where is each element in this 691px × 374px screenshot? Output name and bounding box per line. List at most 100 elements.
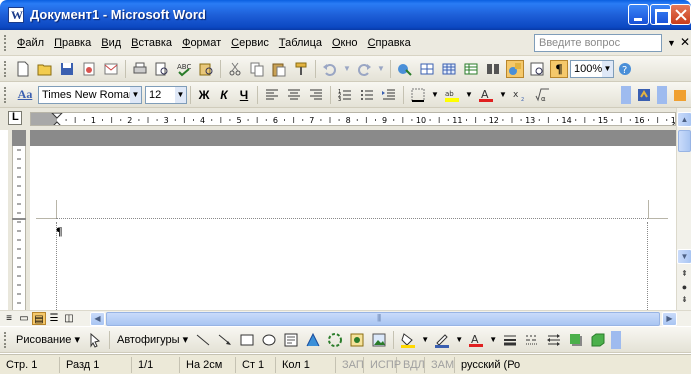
menu-edit[interactable]: Правка <box>49 37 96 49</box>
3d-style-icon[interactable] <box>589 331 607 349</box>
web-layout-icon[interactable]: ▭ <box>17 312 31 325</box>
italic-button[interactable]: К <box>216 86 232 104</box>
highlight-dropdown-icon[interactable]: ▼ <box>465 86 473 104</box>
toolbar-options-icon[interactable] <box>621 85 631 104</box>
normal-view-icon[interactable]: ≡ <box>2 312 16 325</box>
drawing-toggle-icon[interactable] <box>506 59 524 78</box>
clipart-icon[interactable] <box>348 331 366 349</box>
menu-format[interactable]: Формат <box>177 37 226 49</box>
line-style-icon[interactable] <box>501 331 519 349</box>
oval-icon[interactable] <box>260 331 278 349</box>
next-page-icon[interactable]: ⇟ <box>677 295 691 304</box>
insert-excel-icon[interactable] <box>462 60 480 78</box>
numbering-icon[interactable]: 123 <box>336 86 354 104</box>
print-preview-icon[interactable] <box>153 60 171 78</box>
status-overtype[interactable]: ЗАМ <box>425 356 455 373</box>
folder-bar-icon[interactable] <box>671 86 689 104</box>
rectangle-icon[interactable] <box>238 331 256 349</box>
minimize-button[interactable] <box>628 4 649 25</box>
menu-insert[interactable]: Вставка <box>126 37 177 49</box>
cut-icon[interactable] <box>226 60 244 78</box>
menu-tools[interactable]: Сервис <box>226 37 274 49</box>
font-size-select[interactable]: 12 ▼ <box>145 85 187 104</box>
horizontal-scroll-thumb[interactable] <box>106 312 660 326</box>
status-rec[interactable]: ЗАП <box>336 356 364 373</box>
autoshapes-menu-button[interactable]: Автофигуры ▾ <box>113 333 192 347</box>
diagram-icon[interactable] <box>326 331 344 349</box>
select-objects-icon[interactable] <box>86 331 104 349</box>
previous-page-icon[interactable]: ⇞ <box>677 269 691 278</box>
redo-dropdown-icon[interactable]: ▼ <box>377 60 385 78</box>
scroll-down-button[interactable]: ▼ <box>677 249 691 264</box>
redo-icon[interactable] <box>355 60 373 78</box>
zoom-select[interactable]: 100% ▼ <box>570 59 614 78</box>
open-folder-icon[interactable] <box>36 60 54 78</box>
bold-button[interactable]: Ж <box>196 86 212 104</box>
document-close-icon[interactable]: ✕ <box>680 35 690 49</box>
help-dropdown-icon[interactable]: ▼ <box>667 38 676 48</box>
print-icon[interactable] <box>131 60 149 78</box>
tab-selector-icon[interactable] <box>8 111 22 125</box>
font-dropdown-icon[interactable]: ▼ <box>130 86 141 103</box>
font-color-dropdown-icon[interactable]: ▼ <box>499 86 507 104</box>
horizontal-ruler[interactable]: 1234567891011121314151617 <box>30 112 676 126</box>
borders-dropdown-icon[interactable]: ▼ <box>431 86 439 104</box>
dash-style-icon[interactable] <box>523 331 541 349</box>
zoom-dropdown-icon[interactable]: ▼ <box>602 60 613 77</box>
scroll-right-button[interactable]: ▶ <box>662 312 677 326</box>
align-center-icon[interactable] <box>285 86 303 104</box>
undo-dropdown-icon[interactable]: ▼ <box>343 60 351 78</box>
scroll-left-button[interactable]: ◀ <box>90 312 105 326</box>
menu-table[interactable]: Таблица <box>274 37 327 49</box>
paste-icon[interactable] <box>270 60 288 78</box>
fill-color-icon[interactable] <box>399 331 417 349</box>
reading-layout-icon[interactable]: ◫ <box>62 312 76 325</box>
help-icon[interactable]: ? <box>616 60 634 78</box>
toolbar-options-icon-3[interactable] <box>611 330 622 349</box>
research-icon[interactable] <box>197 60 215 78</box>
status-extend[interactable]: ВДЛ <box>397 356 425 373</box>
scroll-up-button[interactable]: ▲ <box>677 112 691 127</box>
hyperlink-icon[interactable] <box>396 60 414 78</box>
show-formatting-icon[interactable]: ¶ <box>550 59 568 78</box>
tables-borders-icon[interactable] <box>418 60 436 78</box>
fill-color-dropdown-icon[interactable]: ▼ <box>421 331 429 349</box>
new-document-icon[interactable] <box>14 60 32 78</box>
save-icon[interactable] <box>58 60 76 78</box>
menu-view[interactable]: Вид <box>96 37 126 49</box>
align-left-icon[interactable] <box>263 86 281 104</box>
indent-icon[interactable] <box>380 86 398 104</box>
vertical-ruler[interactable] <box>8 130 30 310</box>
draw-font-color-dropdown-icon[interactable]: ▼ <box>489 331 497 349</box>
scroll-thumb[interactable] <box>678 130 691 152</box>
email-icon[interactable] <box>102 60 120 78</box>
underline-button[interactable]: Ч <box>236 86 252 104</box>
status-track[interactable]: ИСПР <box>364 356 401 373</box>
print-layout-icon[interactable]: ▤ <box>32 312 46 325</box>
permission-icon[interactable] <box>80 60 98 78</box>
bullets-icon[interactable] <box>358 86 376 104</box>
close-button[interactable] <box>670 4 691 25</box>
borders-icon[interactable] <box>409 86 427 104</box>
vertical-scrollbar[interactable]: ▲ ▼ ⇞ ● ⇟ <box>676 108 691 310</box>
copy-icon[interactable] <box>248 60 266 78</box>
undo-icon[interactable] <box>321 60 339 78</box>
shadow-style-icon[interactable] <box>567 331 585 349</box>
format-painter-icon[interactable] <box>292 60 310 78</box>
arrow-icon[interactable] <box>216 331 234 349</box>
menu-help[interactable]: Справка <box>363 37 416 49</box>
toolbar-options-icon-2[interactable] <box>657 85 667 104</box>
line-icon[interactable] <box>194 331 212 349</box>
drawing-menu-button[interactable]: Рисование ▾ <box>12 333 84 347</box>
draw-font-color-icon[interactable]: A <box>467 331 485 349</box>
size-dropdown-icon[interactable]: ▼ <box>175 86 186 103</box>
align-right-icon[interactable] <box>307 86 325 104</box>
textbox-icon[interactable] <box>282 331 300 349</box>
styles-formatting-icon[interactable]: Aa <box>14 86 36 104</box>
research-pane-icon[interactable] <box>635 86 653 104</box>
highlight-icon[interactable]: ab <box>443 86 461 104</box>
toolbar-grip[interactable] <box>4 60 8 77</box>
arrow-style-icon[interactable] <box>545 331 563 349</box>
menu-file[interactable]: Файл <box>12 37 49 49</box>
toolbar-grip[interactable] <box>4 331 8 348</box>
